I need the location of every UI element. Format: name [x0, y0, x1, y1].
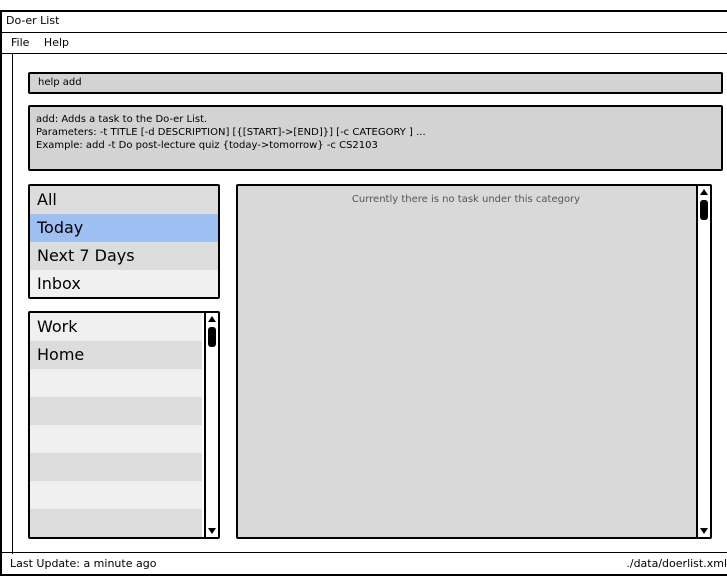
scroll-thumb[interactable]: [700, 200, 708, 220]
category-item-today[interactable]: Today: [30, 214, 218, 242]
scroll-thumb[interactable]: [208, 327, 216, 347]
list-item: [30, 425, 202, 453]
scroll-down-icon[interactable]: [206, 525, 218, 537]
project-item-work[interactable]: Work: [30, 313, 202, 341]
list-item: [30, 481, 202, 509]
project-list-scrollbar[interactable]: [204, 313, 218, 537]
scroll-up-icon[interactable]: [206, 313, 218, 325]
file-path-text: ./data/doerlist.xml: [626, 557, 727, 570]
app-window: Do-er List File Help help add add: Adds …: [0, 10, 727, 576]
list-item: [30, 397, 202, 425]
main-content: help add add: Adds a task to the Do-er L…: [12, 54, 727, 554]
scroll-up-icon[interactable]: [698, 186, 710, 198]
scroll-down-icon[interactable]: [698, 525, 710, 537]
category-item-all[interactable]: All: [30, 186, 218, 214]
menu-bar: File Help: [2, 32, 727, 54]
help-output: add: Adds a task to the Do-er List. Para…: [28, 105, 723, 171]
category-item-inbox[interactable]: Inbox: [30, 270, 218, 297]
list-item: [30, 369, 202, 397]
project-item-home[interactable]: Home: [30, 341, 202, 369]
help-line: add: Adds a task to the Do-er List.: [36, 114, 208, 125]
empty-task-message: Currently there is no task under this ca…: [351, 194, 581, 205]
menu-help[interactable]: Help: [44, 36, 69, 49]
list-item: [30, 453, 202, 481]
command-input[interactable]: help add: [28, 72, 723, 94]
help-line: Example: add -t Do post-lecture quiz {to…: [36, 140, 378, 151]
task-panel-scrollbar[interactable]: [696, 186, 710, 537]
menu-file[interactable]: File: [11, 36, 29, 49]
category-item-next-7-days[interactable]: Next 7 Days: [30, 242, 218, 270]
status-bar: Last Update: a minute ago ./data/doerlis…: [2, 552, 727, 574]
project-list: Work Home: [28, 311, 220, 539]
category-list: All Today Next 7 Days Inbox: [28, 184, 220, 299]
help-line: Parameters: -t TITLE [-d DESCRIPTION] [{…: [36, 127, 426, 138]
task-panel: Currently there is no task under this ca…: [236, 184, 712, 539]
last-update-text: Last Update: a minute ago: [10, 557, 157, 570]
list-item: [30, 509, 202, 537]
window-title: Do-er List: [6, 14, 60, 27]
